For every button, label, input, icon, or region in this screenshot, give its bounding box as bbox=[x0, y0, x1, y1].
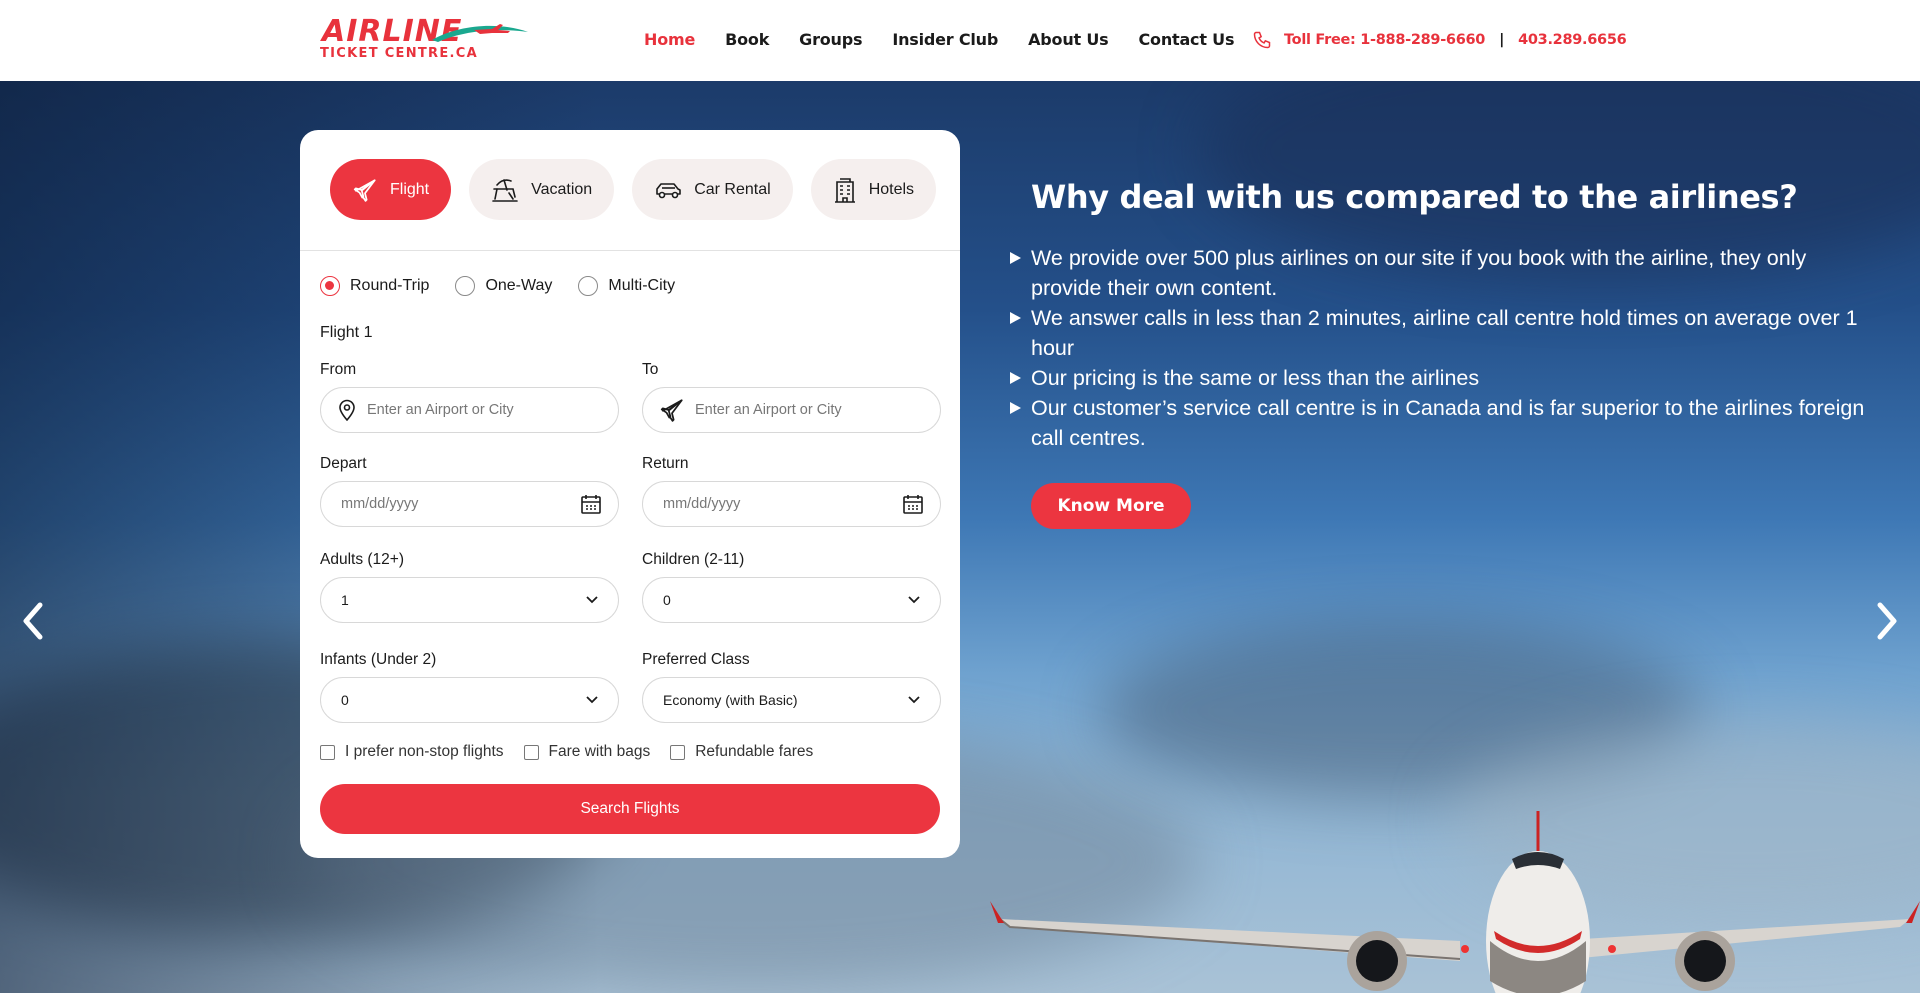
radio-round-trip[interactable]: Round-Trip bbox=[320, 276, 429, 296]
flight-section-title: Flight 1 bbox=[320, 324, 373, 341]
site-logo[interactable]: AIRLINE TICKET CENTRE.CA bbox=[318, 14, 533, 66]
fare-options: I prefer non-stop flights Fare with bags… bbox=[320, 743, 833, 761]
toll-free-number[interactable]: Toll Free: 1-888-289-6660 bbox=[1284, 32, 1485, 48]
radio-one-way-label: One-Way bbox=[485, 277, 553, 294]
tab-vacation[interactable]: Vacation bbox=[469, 159, 615, 220]
return-field[interactable] bbox=[642, 481, 941, 527]
airplane-image bbox=[990, 811, 1920, 993]
info-bullet-list: We provide over 500 plus airlines on our… bbox=[1008, 243, 1868, 453]
radio-multi-city-label: Multi-City bbox=[608, 277, 676, 294]
calendar-icon[interactable] bbox=[580, 493, 602, 515]
car-icon bbox=[654, 179, 682, 201]
carousel-prev-icon[interactable] bbox=[18, 601, 48, 641]
radio-one-way[interactable]: One-Way bbox=[455, 276, 552, 296]
info-bullet: Our pricing is the same or less than the… bbox=[1008, 363, 1868, 393]
to-input[interactable] bbox=[695, 402, 895, 418]
checkbox-refundable[interactable]: Refundable fares bbox=[670, 743, 813, 761]
checkbox-non-stop-label: I prefer non-stop flights bbox=[345, 743, 504, 760]
site-header: AIRLINE TICKET CENTRE.CA Home Book Group… bbox=[0, 0, 1920, 81]
children-label: Children (2-11) bbox=[642, 551, 745, 568]
logo-line-2: TICKET CENTRE.CA bbox=[320, 46, 478, 61]
to-label: To bbox=[642, 361, 659, 378]
main-nav: Home Book Groups Insider Club About Us C… bbox=[644, 30, 1264, 49]
beach-chair-icon bbox=[491, 177, 519, 203]
class-select[interactable]: Economy (with Basic) bbox=[642, 677, 941, 723]
chevron-down-icon bbox=[908, 696, 920, 704]
info-bullet: We provide over 500 plus airlines on our… bbox=[1008, 243, 1868, 303]
nav-home[interactable]: Home bbox=[644, 30, 695, 49]
hero-banner bbox=[0, 81, 1920, 993]
nav-insider-club[interactable]: Insider Club bbox=[892, 30, 998, 49]
infants-select[interactable]: 0 bbox=[320, 677, 619, 723]
depart-field[interactable] bbox=[320, 481, 619, 527]
tab-flight[interactable]: Flight bbox=[330, 159, 452, 220]
airplane-icon bbox=[352, 177, 378, 203]
tab-hotels[interactable]: Hotels bbox=[810, 159, 937, 220]
infants-value: 0 bbox=[341, 692, 349, 708]
chevron-down-icon bbox=[908, 596, 920, 604]
checkbox-fare-with-bags-label: Fare with bags bbox=[548, 743, 651, 760]
card-divider bbox=[300, 250, 960, 251]
children-select[interactable]: 0 bbox=[642, 577, 941, 623]
airplane-icon bbox=[659, 397, 685, 423]
logo-plane-swoosh-icon bbox=[432, 24, 528, 42]
nav-contact-us[interactable]: Contact Us bbox=[1138, 30, 1234, 49]
info-title: Why deal with us compared to the airline… bbox=[1031, 178, 1798, 216]
checkbox-fare-with-bags[interactable]: Fare with bags bbox=[523, 743, 651, 761]
tab-car-rental-label: Car Rental bbox=[694, 180, 771, 198]
hotel-building-icon bbox=[833, 177, 857, 203]
radio-round-trip-label: Round-Trip bbox=[350, 277, 430, 294]
booking-card: Flight Vacation Car Rental Hotels Round-… bbox=[300, 130, 960, 858]
checkbox-refundable-label: Refundable fares bbox=[695, 743, 814, 760]
children-value: 0 bbox=[663, 592, 671, 608]
tab-flight-label: Flight bbox=[390, 180, 430, 198]
tab-hotels-label: Hotels bbox=[868, 180, 915, 198]
phone-icon bbox=[1252, 30, 1272, 50]
location-pin-icon bbox=[337, 399, 357, 421]
tab-vacation-label: Vacation bbox=[531, 180, 593, 198]
adults-label: Adults (12+) bbox=[320, 551, 405, 568]
trip-type-group: Round-Trip One-Way Multi-City bbox=[320, 276, 701, 296]
class-value: Economy (with Basic) bbox=[663, 692, 798, 708]
from-field[interactable] bbox=[320, 387, 619, 433]
phone-separator: | bbox=[1499, 32, 1505, 48]
tab-car-rental[interactable]: Car Rental bbox=[632, 159, 793, 220]
from-label: From bbox=[320, 361, 357, 378]
chevron-down-icon bbox=[586, 696, 598, 704]
carousel-next-icon[interactable] bbox=[1872, 601, 1902, 641]
nav-book[interactable]: Book bbox=[725, 30, 769, 49]
search-flights-button[interactable]: Search Flights bbox=[320, 784, 940, 834]
return-input[interactable] bbox=[663, 496, 863, 512]
info-bullet: We answer calls in less than 2 minutes, … bbox=[1008, 303, 1868, 363]
nav-about-us[interactable]: About Us bbox=[1028, 30, 1109, 49]
from-input[interactable] bbox=[367, 402, 567, 418]
to-field[interactable] bbox=[642, 387, 941, 433]
class-label: Preferred Class bbox=[642, 651, 750, 668]
depart-input[interactable] bbox=[341, 496, 541, 512]
phone-contact: Toll Free: 1-888-289-6660 | 403.289.6656 bbox=[1252, 30, 1627, 50]
infants-label: Infants (Under 2) bbox=[320, 651, 437, 668]
info-bullet: Our customer’s service call centre is in… bbox=[1008, 393, 1868, 453]
know-more-button[interactable]: Know More bbox=[1031, 483, 1191, 529]
adults-value: 1 bbox=[341, 592, 349, 608]
depart-label: Depart bbox=[320, 455, 367, 472]
nav-groups[interactable]: Groups bbox=[799, 30, 862, 49]
adults-select[interactable]: 1 bbox=[320, 577, 619, 623]
calendar-icon[interactable] bbox=[902, 493, 924, 515]
booking-tabs: Flight Vacation Car Rental Hotels bbox=[330, 159, 954, 220]
return-label: Return bbox=[642, 455, 689, 472]
checkbox-non-stop[interactable]: I prefer non-stop flights bbox=[320, 743, 504, 761]
local-number[interactable]: 403.289.6656 bbox=[1518, 32, 1627, 48]
chevron-down-icon bbox=[586, 596, 598, 604]
radio-multi-city[interactable]: Multi-City bbox=[578, 276, 675, 296]
